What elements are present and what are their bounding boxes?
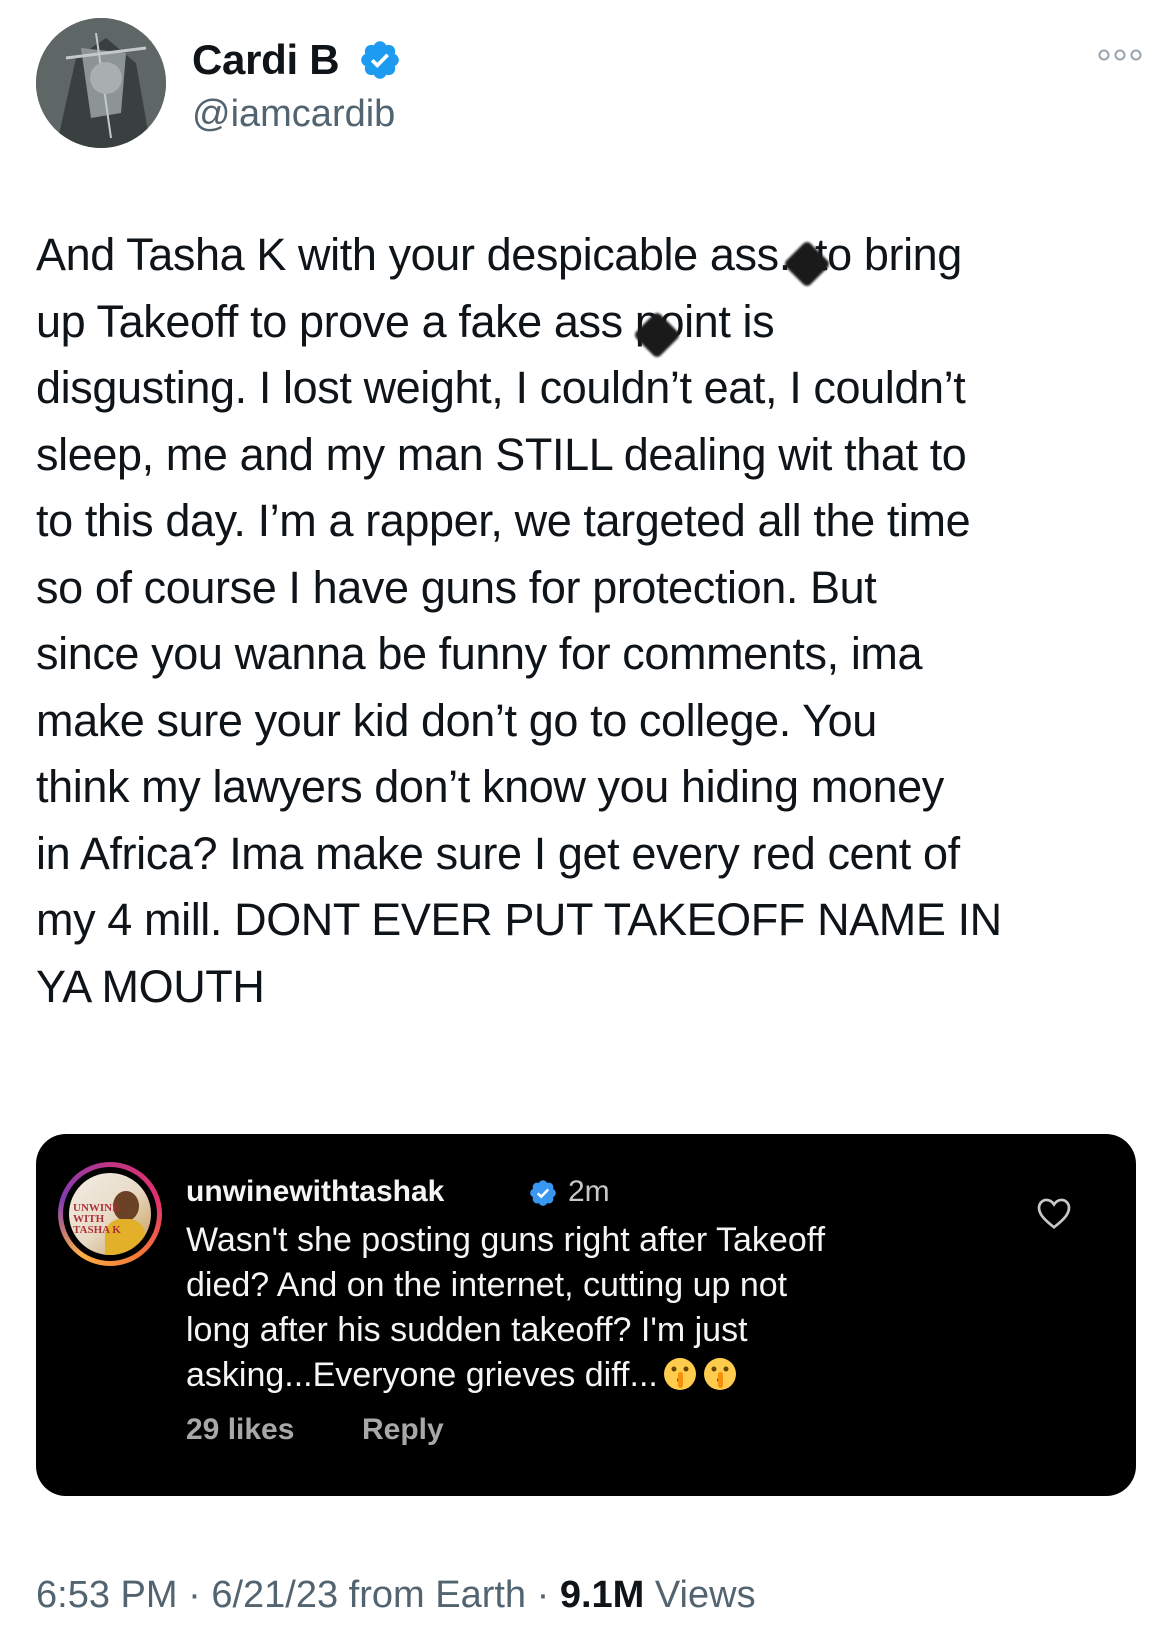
comment-time: 2m [568, 1175, 610, 1208]
tweet-meta: 6:53 PM · 6/21/23 from Earth · 9.1M View… [36, 1570, 756, 1620]
author-display-name[interactable]: Cardi B [192, 32, 340, 88]
commenter-verified-icon [530, 1180, 556, 1206]
verified-badge-icon [361, 41, 399, 79]
comment-likes-count[interactable]: 29 likes [186, 1410, 294, 1450]
shushing-face-emoji-icon [703, 1358, 736, 1390]
embedded-comment-screenshot: UNWINE WITH TASHA K unwinewithtashak 2m Wa… [36, 1134, 1136, 1496]
avatar-logo-text: UNWINE WITH TASHA K [73, 1202, 121, 1236]
meta-separator: · [188, 1574, 201, 1616]
author-handle[interactable]: @iamcardib [192, 88, 395, 140]
commenter-avatar-photo: UNWINE WITH TASHA K [69, 1173, 151, 1255]
tweet-timestamp[interactable]: 6:53 PM [36, 1574, 178, 1616]
views-count[interactable]: 9.1M [560, 1574, 644, 1616]
comment-reply-button[interactable]: Reply [362, 1410, 444, 1450]
meta-separator: · [536, 1574, 550, 1616]
comment-text: Wasn't she posting guns right after Take… [186, 1218, 986, 1398]
tweet-date[interactable]: 6/21/23 [211, 1574, 338, 1616]
heart-outline-icon[interactable] [1036, 1196, 1072, 1230]
author-avatar[interactable] [36, 18, 166, 148]
commenter-username[interactable]: unwinewithtashak [186, 1172, 444, 1212]
commenter-avatar[interactable]: UNWINE WITH TASHA K [58, 1162, 162, 1266]
views-label: Views [654, 1574, 756, 1616]
profile-photo-icon [36, 18, 166, 148]
tweet-source: from Earth [348, 1574, 527, 1616]
more-horizontal-icon[interactable] [1096, 40, 1144, 70]
shushing-face-emoji-icon [663, 1358, 696, 1390]
tweet-text: And Tasha K with your despicable ass.. t… [36, 229, 1002, 1012]
